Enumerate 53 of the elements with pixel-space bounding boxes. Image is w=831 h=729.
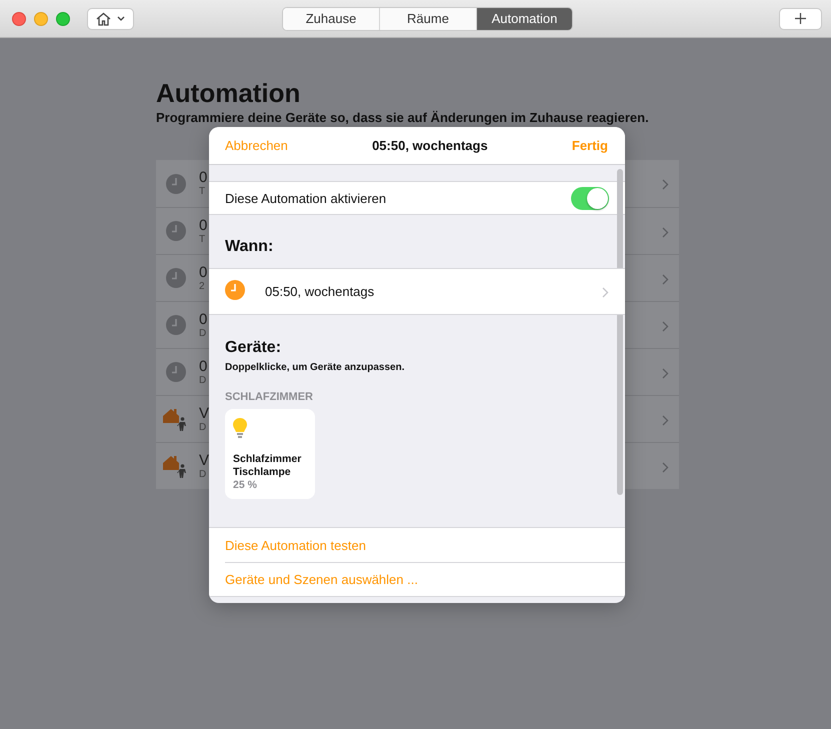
segment-tab[interactable]: Automation	[476, 8, 572, 30]
clock-icon	[166, 315, 186, 335]
accessory-name: Schlafzimmer Tischlampe	[233, 453, 302, 479]
home-person-icon	[163, 407, 189, 431]
chevron-right-icon	[662, 368, 669, 379]
automation-title: 0	[199, 216, 208, 234]
page-subtitle: Programmiere deine Geräte so, dass sie auf Änderungen im Zuhause reagieren.	[156, 110, 650, 125]
automation-subtitle: 2	[199, 280, 206, 292]
plus-icon	[795, 13, 806, 24]
section-heading: Wann:	[224, 238, 274, 257]
clock-icon	[225, 280, 245, 300]
zoom-button[interactable]	[56, 12, 70, 26]
trigger-row[interactable]: 05:50, wochentags	[209, 268, 625, 315]
automation-title: 0	[199, 264, 208, 280]
clock-icon	[166, 174, 186, 194]
accessory-tile[interactable]: Schlafzimmer Tischlampe 25 %	[225, 409, 315, 499]
light-bulb-icon	[233, 418, 247, 439]
automation-title: V	[199, 452, 210, 468]
close-button[interactable]	[12, 12, 26, 26]
automation-title: 0	[199, 358, 208, 374]
room-heading: SCHLAFZIMMER	[224, 391, 314, 403]
chevron-down-icon	[117, 16, 125, 21]
hint-text: Doppelklicke, um Geräte anzupassen.	[224, 362, 406, 373]
page-title: Automation	[156, 78, 302, 108]
home-menu-button[interactable]	[87, 8, 134, 30]
add-button[interactable]	[779, 8, 822, 30]
automation-subtitle: T	[199, 234, 206, 246]
chevron-right-icon	[662, 415, 669, 426]
minimize-button[interactable]	[34, 12, 48, 26]
clock-icon	[166, 362, 186, 382]
toggle-label: Diese Automation aktivieren	[225, 190, 386, 206]
automation-subtitle: D	[199, 468, 208, 480]
automation-title: V	[199, 404, 210, 422]
enable-switch[interactable]	[571, 186, 609, 210]
automation-subtitle: T	[199, 186, 206, 198]
sheet-title: 05:50, wochentags	[372, 138, 488, 153]
clock-icon	[166, 268, 186, 288]
accessory-status: 25 %	[233, 479, 258, 492]
chevron-right-icon	[662, 179, 669, 190]
section-heading: Geräte:	[224, 339, 282, 357]
automation-subtitle: D	[199, 328, 208, 340]
chevron-right-icon	[662, 227, 669, 238]
chevron-right-icon	[602, 287, 609, 298]
home-person-icon	[163, 454, 189, 478]
chevron-right-icon	[662, 274, 669, 285]
automation-title: 0	[199, 169, 208, 186]
automation-subtitle: D	[199, 422, 208, 434]
chevron-right-icon	[662, 321, 669, 332]
clock-icon	[166, 221, 186, 241]
chevron-right-icon	[662, 462, 669, 473]
automation-title: 0	[199, 310, 208, 328]
automation-subtitle: D	[199, 374, 208, 386]
house-icon	[96, 12, 111, 26]
